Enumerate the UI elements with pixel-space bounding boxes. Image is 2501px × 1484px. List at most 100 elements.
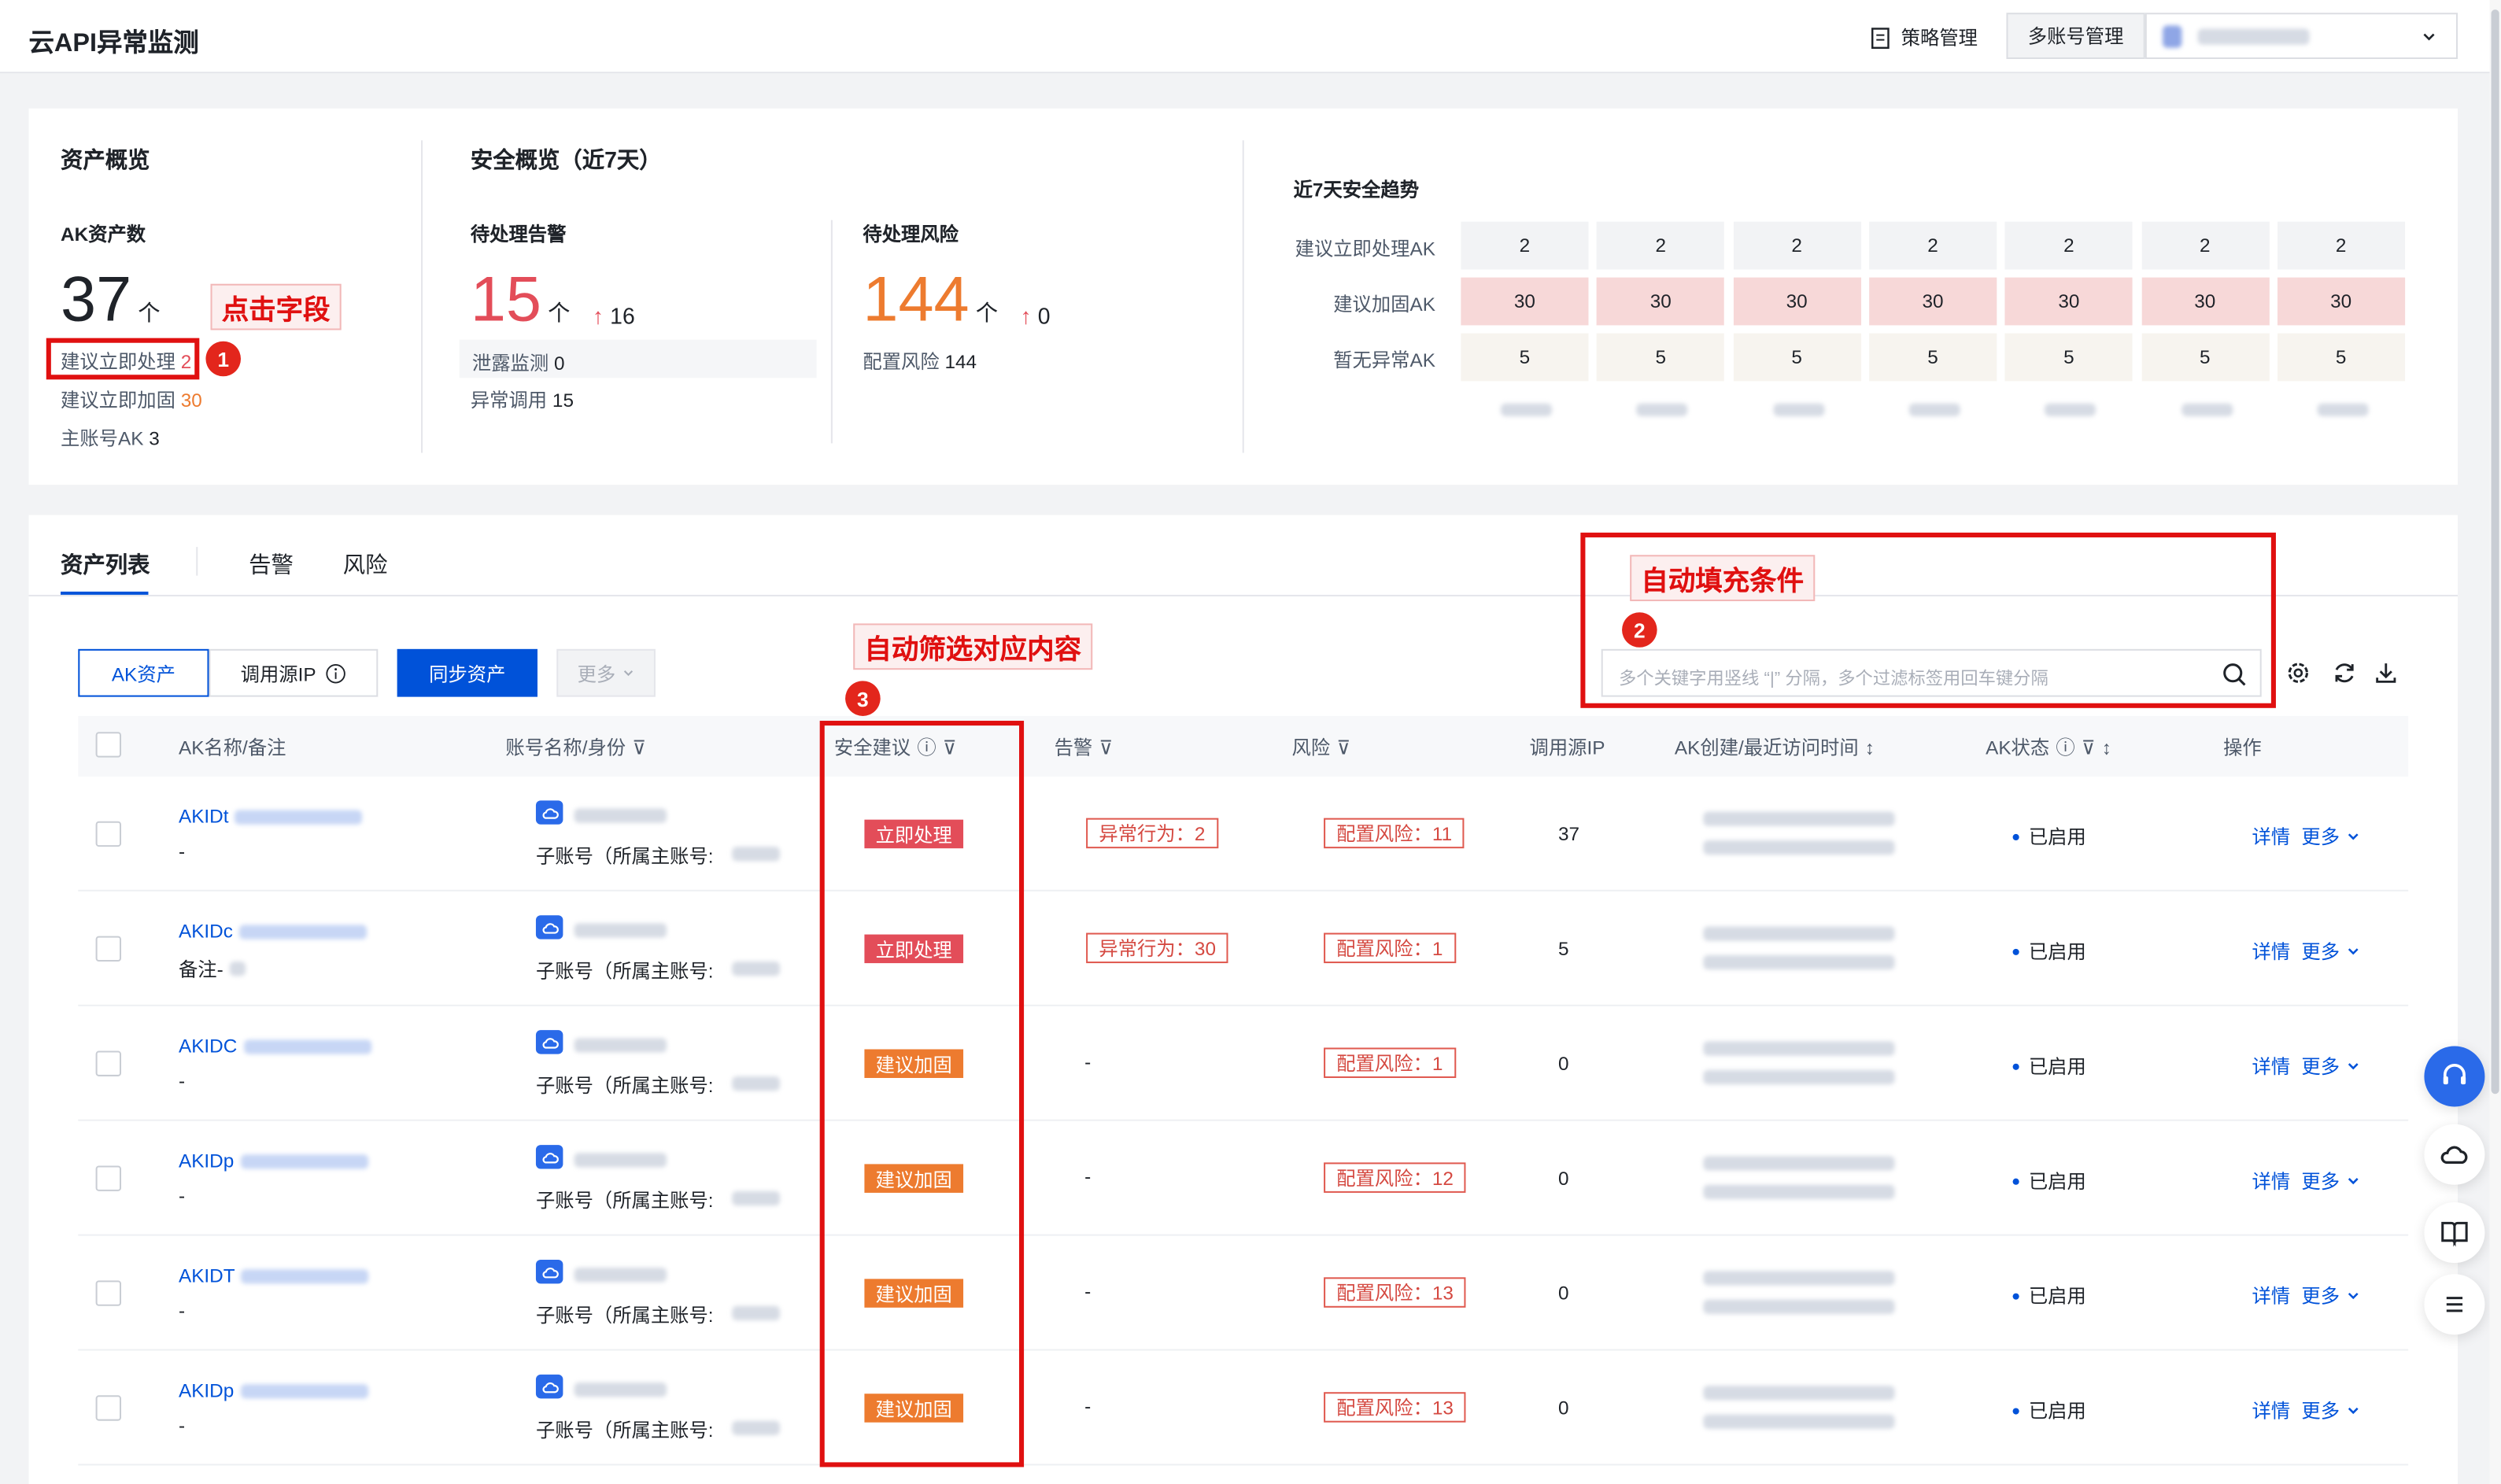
filter-icon[interactable]: ⊽ <box>2082 736 2096 758</box>
tab-alerts[interactable]: 告警 <box>249 548 294 581</box>
account-identity: 子账号（所属主账号: <box>535 1074 714 1098</box>
gear-icon[interactable] <box>2285 660 2311 685</box>
cloud-account-icon <box>535 1145 563 1169</box>
detail-link[interactable]: 详情 <box>2252 1282 2291 1309</box>
leak-monitor-field[interactable]: 泄露监测 0 <box>459 339 817 378</box>
tab-asset-list[interactable]: 资产列表 <box>61 548 150 581</box>
tab-risks[interactable]: 风险 <box>343 548 388 581</box>
trend-cell: 5 <box>1868 333 1997 382</box>
trend-date-redacted <box>2317 403 2369 416</box>
trend-date-redacted <box>1772 403 1824 416</box>
trend-cell: 30 <box>1733 277 1861 326</box>
risk-tag[interactable]: 配置风险：13 <box>1324 1277 1467 1308</box>
alert-tag[interactable]: 异常行为：2 <box>1086 818 1218 849</box>
select-all-checkbox[interactable] <box>95 732 122 758</box>
ak-name-link[interactable]: AKIDC <box>179 1035 371 1058</box>
filter-icon[interactable]: ⊽ <box>1336 736 1350 758</box>
scrollbar-thumb[interactable] <box>2491 9 2499 1095</box>
ak-name-link[interactable]: AKIDc <box>179 920 368 943</box>
trend-cell: 2 <box>2277 221 2405 270</box>
info-icon <box>326 663 346 683</box>
cloud-account-icon <box>535 915 563 939</box>
trend-row-label: 建议加固AK <box>1333 293 1435 316</box>
more-dropdown[interactable]: 更多 <box>2301 823 2360 850</box>
more-dropdown[interactable]: 更多 <box>2301 1167 2360 1194</box>
row-checkbox[interactable] <box>95 936 122 962</box>
more-dropdown[interactable]: 更多 <box>2301 938 2360 965</box>
col-source-ip: 调用源IP <box>1529 736 1605 759</box>
more-dropdown[interactable]: 更多 <box>2301 1282 2360 1309</box>
account-identity: 子账号（所属主账号: <box>535 845 714 868</box>
source-ip-count: 0 <box>1557 1282 1569 1305</box>
ak-name-link[interactable]: AKIDT <box>179 1264 369 1287</box>
menu-button[interactable] <box>2424 1274 2485 1335</box>
docs-button[interactable] <box>2424 1202 2485 1264</box>
policy-management-link[interactable]: 策略管理 <box>1869 24 1978 50</box>
row-checkbox[interactable] <box>95 1280 122 1306</box>
risk-tag[interactable]: 配置风险：11 <box>1324 818 1465 849</box>
alert-tag[interactable]: 异常行为：30 <box>1086 932 1229 964</box>
col-time[interactable]: AK创建/最近访问时间 ↕ <box>1675 733 1875 760</box>
account-name-redacted <box>574 1038 667 1053</box>
sync-assets-button[interactable]: 同步资产 <box>397 648 538 697</box>
col-account[interactable]: 账号名称/身份 ⊽ <box>505 733 646 760</box>
ak-id-redacted <box>235 809 363 824</box>
main-account-redacted <box>732 847 781 862</box>
ak-name-link[interactable]: AKIDt <box>179 805 363 828</box>
trend-row-label: 暂无异常AK <box>1333 349 1435 372</box>
source-ip-label: 调用源IP <box>240 663 316 685</box>
cloud-service-button[interactable] <box>2424 1124 2485 1185</box>
ak-asset-toggle[interactable]: AK资产 <box>78 648 209 697</box>
detail-link[interactable]: 详情 <box>2252 1397 2291 1423</box>
detail-link[interactable]: 详情 <box>2252 1053 2291 1080</box>
risk-tag[interactable]: 配置风险：1 <box>1324 932 1456 964</box>
ak-id-redacted <box>243 1039 371 1054</box>
row-checkbox[interactable] <box>95 821 122 847</box>
row-checkbox[interactable] <box>95 1050 122 1076</box>
config-risk-field[interactable]: 配置风险 144 <box>863 348 977 375</box>
row-checkbox[interactable] <box>95 1395 122 1421</box>
more-dropdown[interactable]: 更多 <box>2301 1053 2360 1080</box>
table-row: AKIDC - 子账号（所属主账号: 建议加固 - 配置风险：1 0 已启用 详情 更多 <box>78 1006 2409 1121</box>
book-icon <box>2441 1221 2468 1247</box>
account-select[interactable] <box>2145 13 2458 59</box>
trend-date-redacted <box>1636 403 1688 416</box>
ak-name-link[interactable]: AKIDp <box>179 1379 368 1401</box>
risk-tag[interactable]: 配置风险：12 <box>1324 1162 1467 1193</box>
created-time-redacted <box>1703 1041 1895 1056</box>
ak-count-value: 37 <box>61 264 132 335</box>
risk-tag[interactable]: 配置风险：13 <box>1324 1392 1467 1423</box>
harden-field[interactable]: 建议立即加固 30 <box>61 386 202 412</box>
refresh-icon[interactable] <box>2332 660 2357 685</box>
cloud-account-icon <box>535 1260 563 1284</box>
filter-icon[interactable]: ⊽ <box>632 736 646 758</box>
more-button[interactable]: 更多 <box>556 648 656 697</box>
ak-id-redacted <box>241 1268 369 1283</box>
download-icon[interactable] <box>2374 660 2399 685</box>
ak-name-link[interactable]: AKIDp <box>179 1150 368 1172</box>
source-ip-toggle[interactable]: 调用源IP <box>209 648 379 697</box>
sort-icon[interactable]: ↕ <box>2102 736 2111 758</box>
filter-icon[interactable]: ⊽ <box>1099 736 1113 758</box>
detail-link[interactable]: 详情 <box>2252 938 2291 965</box>
chevron-down-icon <box>2348 1063 2359 1070</box>
table-row: AKIDt - 子账号（所属主账号: 立即处理 异常行为：2 配置风险：11 37 已启用 详情… <box>78 777 2409 892</box>
abnormal-call-field[interactable]: 异常调用 15 <box>471 386 574 412</box>
sort-icon[interactable]: ↕ <box>1865 736 1875 758</box>
col-status[interactable]: AK状态 ⓘ ⊽ ↕ <box>1986 733 2111 760</box>
support-button[interactable] <box>2424 1046 2485 1107</box>
account-name-redacted <box>574 1268 667 1283</box>
row-checkbox[interactable] <box>95 1165 122 1191</box>
detail-link[interactable]: 详情 <box>2252 823 2291 850</box>
multi-account-button[interactable]: 多账号管理 <box>2006 13 2145 59</box>
main-account-redacted <box>732 1305 781 1321</box>
alerts-label: 待处理告警 <box>470 223 567 246</box>
ak-status: 已启用 <box>2012 1053 2086 1080</box>
ak-id-redacted <box>239 924 368 939</box>
risk-tag[interactable]: 配置风险：1 <box>1324 1047 1456 1078</box>
col-risk[interactable]: 风险 ⊽ <box>1292 733 1351 760</box>
detail-link[interactable]: 详情 <box>2252 1167 2291 1194</box>
more-dropdown[interactable]: 更多 <box>2301 1397 2360 1423</box>
annotation-badge-1: 1 <box>205 341 242 377</box>
col-alert[interactable]: 告警 ⊽ <box>1055 733 1114 760</box>
